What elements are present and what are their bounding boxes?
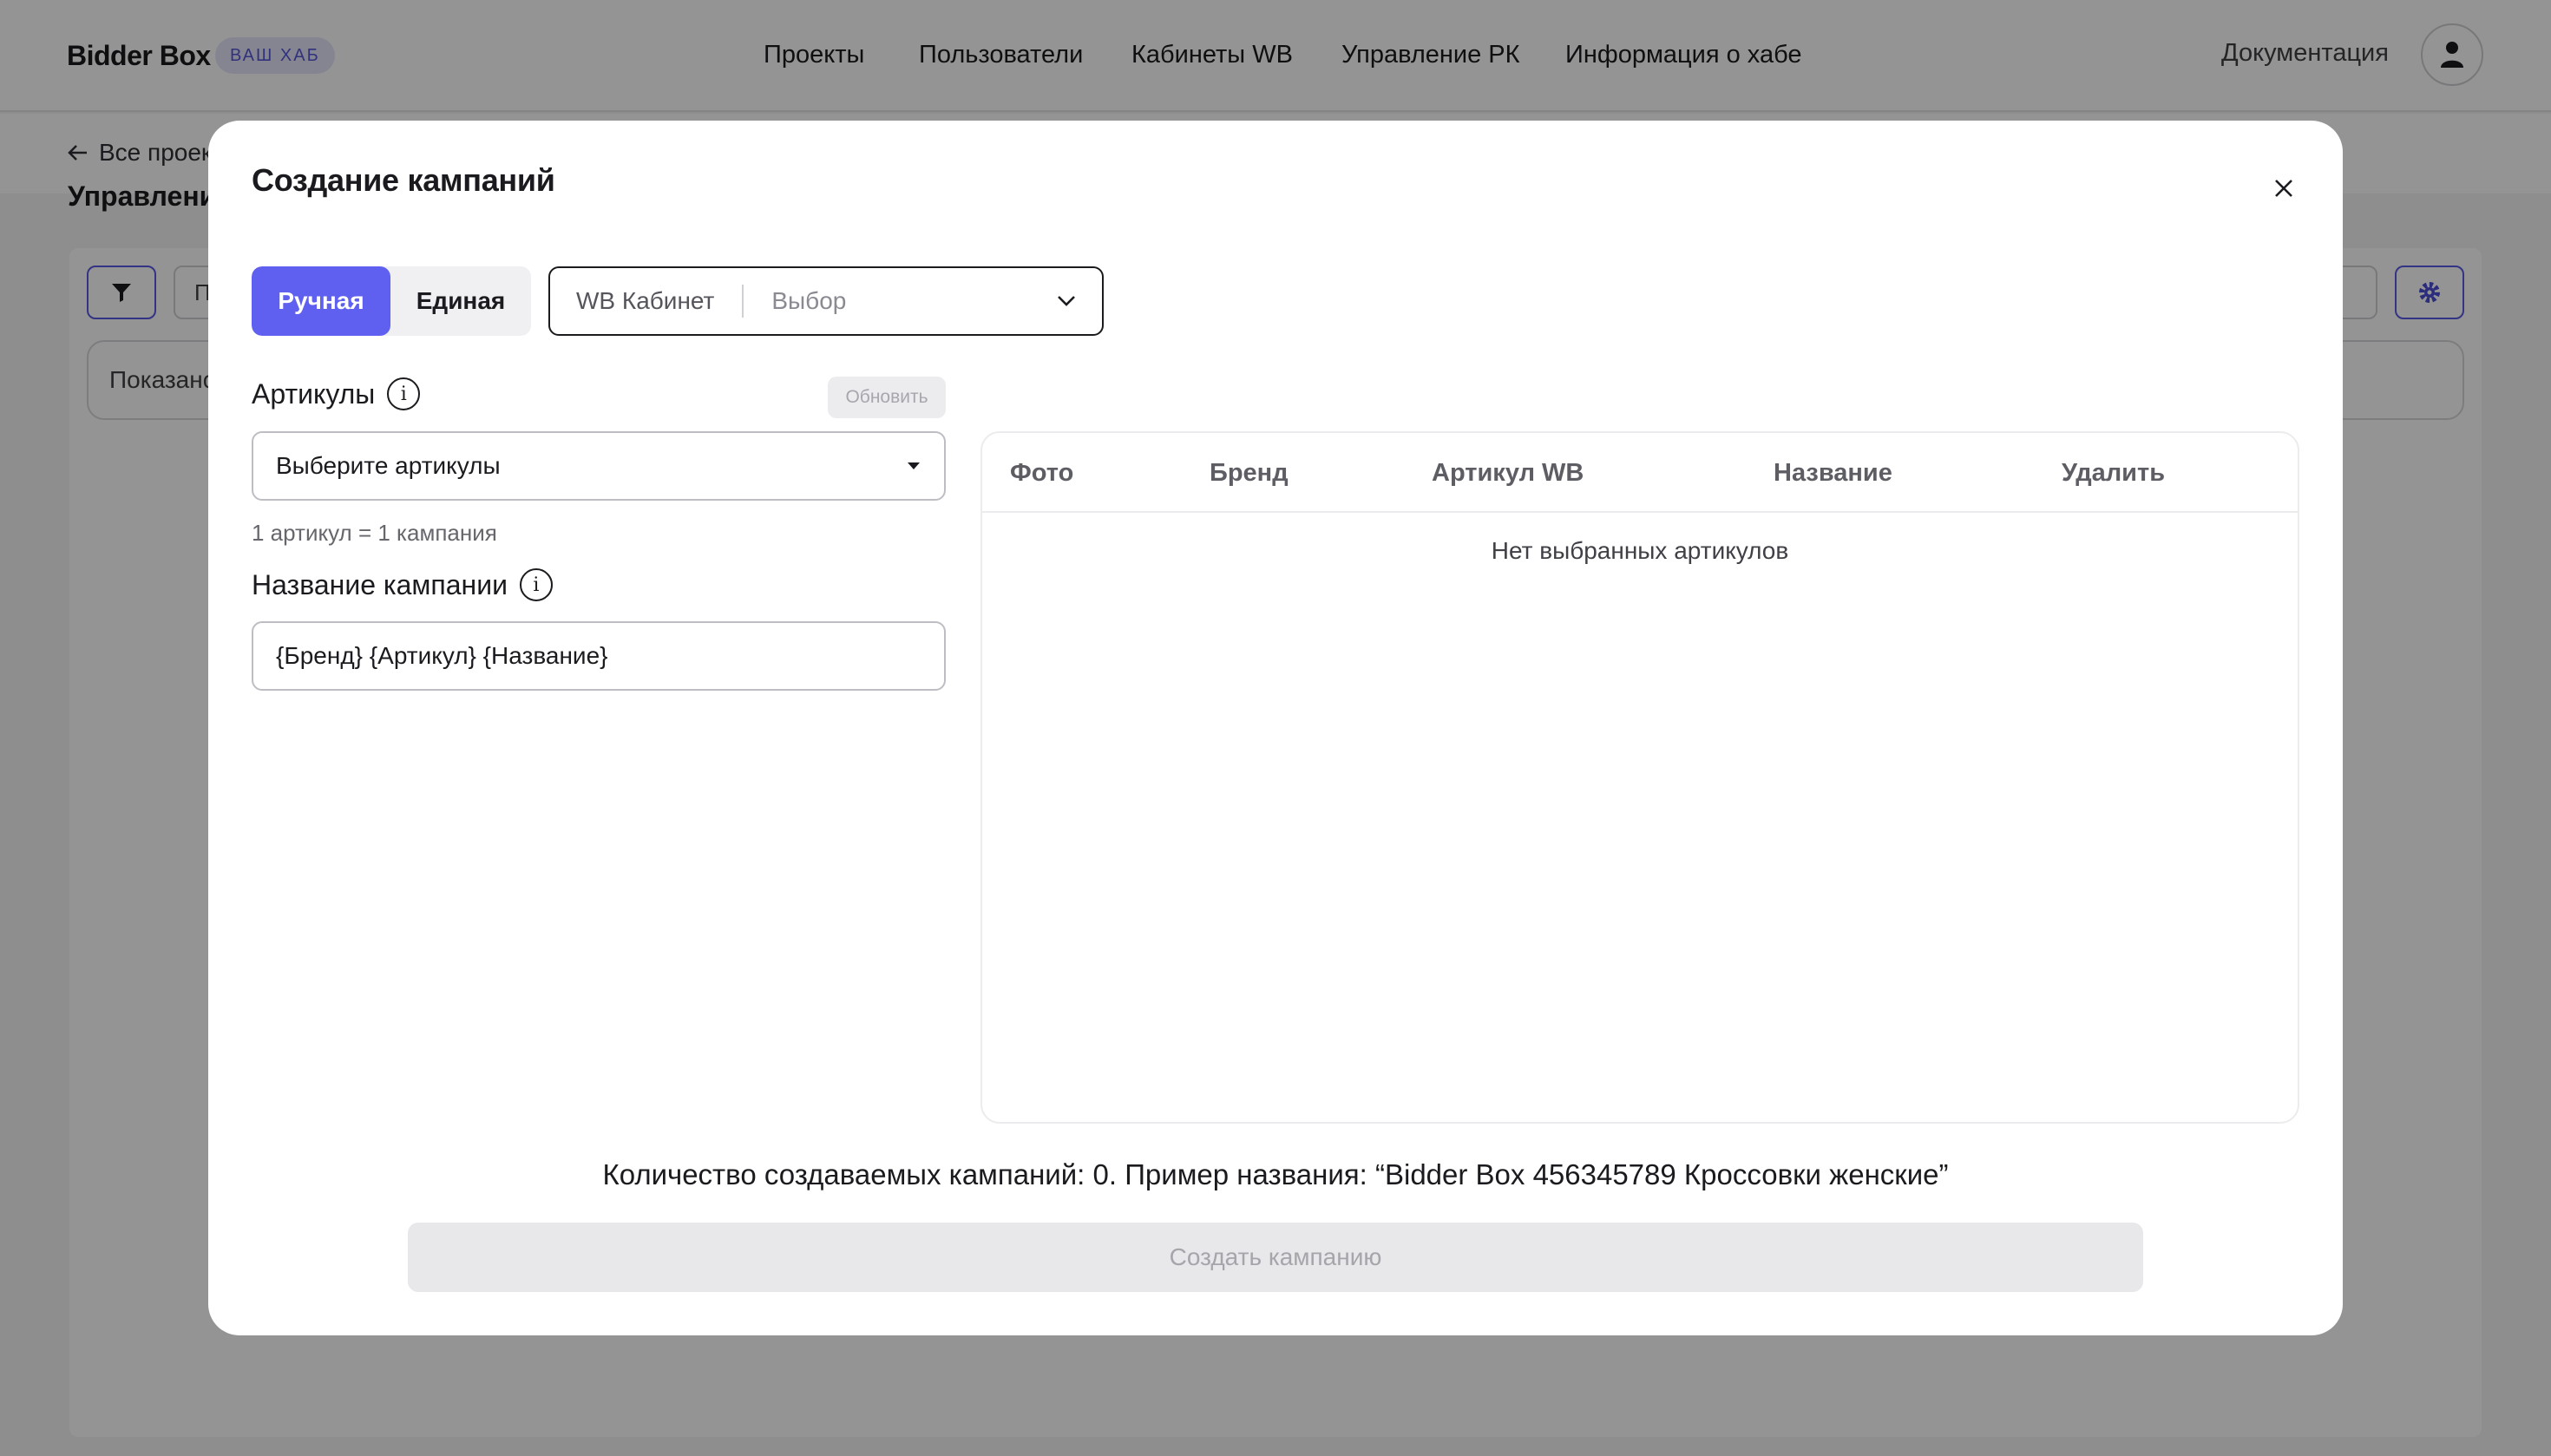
create-campaign-modal: Создание кампаний Ручная Единая WB Кабин… <box>208 121 2343 1335</box>
articles-hint: 1 артикул = 1 кампания <box>252 520 497 546</box>
column-delete: Удалить <box>2062 459 2166 487</box>
close-button[interactable] <box>2265 169 2303 207</box>
column-name: Название <box>1774 459 1892 487</box>
refresh-button[interactable]: Обновить <box>828 377 946 418</box>
column-article-wb: Артикул WB <box>1432 459 1584 487</box>
wb-cabinet-value: Выбор <box>771 287 847 314</box>
mode-switch: Ручная Единая <box>252 266 531 336</box>
wb-cabinet-label: WB Кабинет <box>576 287 715 314</box>
mode-tab-single[interactable]: Единая <box>390 266 531 336</box>
column-brand: Бренд <box>1210 459 1289 487</box>
caret-down-icon <box>908 462 920 469</box>
chevron-down-icon <box>1058 296 1075 306</box>
divider <box>742 285 744 318</box>
articles-select-value: Выберите артикулы <box>276 452 501 479</box>
articles-table: Фото Бренд Артикул WB Название Удалить Н… <box>980 431 2299 1124</box>
campaign-name-label: Название кампании <box>252 568 508 600</box>
close-icon <box>2275 180 2292 197</box>
info-icon[interactable]: i <box>519 568 553 601</box>
articles-select[interactable]: Выберите артикулы <box>252 431 946 501</box>
articles-label: Артикулы <box>252 377 376 410</box>
campaign-summary: Количество создаваемых кампаний: 0. Прим… <box>602 1158 1949 1190</box>
empty-table-message: Нет выбранных артикулов <box>1491 537 1789 564</box>
create-campaign-button[interactable]: Создать кампанию <box>408 1223 2143 1292</box>
table-header: Фото Бренд Артикул WB Название Удалить <box>982 433 2298 513</box>
modal-title: Создание кампаний <box>252 162 555 198</box>
mode-tab-manual[interactable]: Ручная <box>252 266 390 336</box>
column-photo: Фото <box>1010 459 1074 487</box>
info-icon[interactable]: i <box>387 377 421 410</box>
articles-label-row: Артикулы i <box>252 377 421 410</box>
wb-cabinet-select[interactable]: WB Кабинет Выбор <box>548 266 1104 336</box>
campaign-name-label-row: Название кампании i <box>252 568 553 601</box>
campaign-name-input[interactable] <box>252 621 946 691</box>
